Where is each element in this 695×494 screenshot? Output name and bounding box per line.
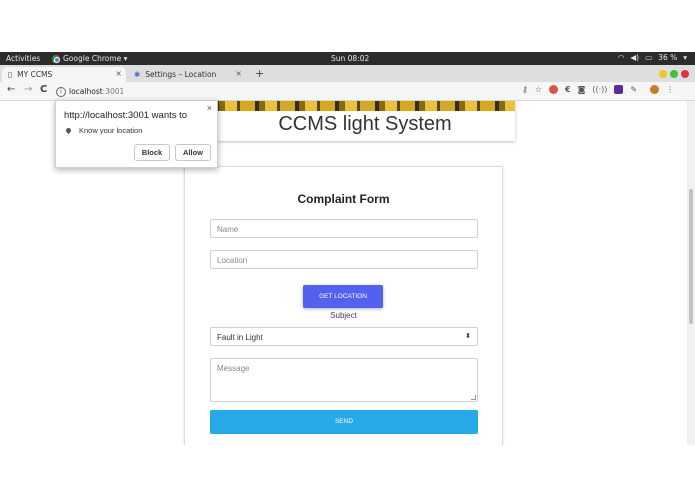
system-top-bar: Activities Google Chrome ▾ Sun 08:02 ◠ ◀… <box>0 52 695 65</box>
gear-icon: ✱ <box>134 70 141 79</box>
minimize-icon[interactable] <box>659 70 667 78</box>
location-input[interactable]: Location <box>210 250 478 269</box>
system-tray[interactable]: ◠ ◀) ▭ 36 % ▾ <box>618 53 687 62</box>
reload-button[interactable]: C <box>40 84 47 95</box>
header-banner-image <box>215 101 515 111</box>
extension-icons: ⚷ ☆ € ◙ ((·)) ✎ ⋮ <box>522 85 674 94</box>
extension-purple-icon[interactable] <box>614 85 624 94</box>
close-tab-icon[interactable]: × <box>115 69 122 78</box>
location-permission-popup: http://localhost:3001 wants to × Know yo… <box>55 100 218 168</box>
back-button[interactable]: ← <box>7 84 15 95</box>
profile-avatar-icon[interactable] <box>650 85 660 94</box>
location-pin-icon <box>64 126 73 135</box>
tab-label: Settings – Location <box>145 70 217 79</box>
tab-label: MY CCMS <box>17 70 53 79</box>
tab-my-ccms[interactable]: ▯ MY CCMS × <box>2 67 126 82</box>
browser-toolbar: ← → C i localhost:3001 ⚷ ☆ € ◙ ((·)) ✎ ⋮ <box>0 82 695 101</box>
header-card: CCMS light System <box>215 101 515 141</box>
name-input[interactable]: Name <box>210 219 478 238</box>
message-placeholder: Message <box>217 364 250 373</box>
page-title: CCMS light System <box>278 113 452 135</box>
scrollbar[interactable] <box>687 101 695 445</box>
close-window-icon[interactable] <box>681 70 689 78</box>
popup-title: http://localhost:3001 wants to <box>64 110 188 121</box>
tray-menu-icon: ▾ <box>683 53 687 62</box>
window-controls <box>659 70 689 78</box>
camera-icon[interactable]: ◙ <box>578 85 586 94</box>
chrome-menu-icon[interactable]: ⋮ <box>666 85 674 94</box>
url-port: :3001 <box>102 87 125 96</box>
subject-select[interactable]: Fault in Light ⬍ <box>210 327 478 346</box>
tab-strip: ▯ MY CCMS × ✱ Settings – Location × <box>0 65 695 82</box>
maximize-icon[interactable] <box>670 70 678 78</box>
forward-button[interactable]: → <box>24 84 32 95</box>
clock[interactable]: Sun 08:02 <box>331 54 369 63</box>
send-button[interactable]: SEND <box>210 410 478 434</box>
extension-red-icon[interactable] <box>549 85 559 94</box>
resize-grip-icon[interactable] <box>471 395 476 400</box>
close-tab-icon[interactable]: × <box>235 69 242 78</box>
permission-row: Know your location <box>64 126 143 135</box>
subject-selected-value: Fault in Light <box>217 333 263 342</box>
get-location-button[interactable]: GET LOCATION <box>303 285 383 308</box>
extension-pen-icon[interactable]: ✎ <box>630 85 637 94</box>
app-menu[interactable]: Google Chrome ▾ <box>52 54 127 63</box>
activities-button[interactable]: Activities <box>6 54 40 63</box>
allow-button[interactable]: Allow <box>175 144 211 161</box>
address-bar[interactable]: i localhost:3001 <box>56 85 518 98</box>
wifi-icon: ◠ <box>617 53 625 62</box>
scrollbar-thumb[interactable] <box>689 189 693 324</box>
tab-settings-location[interactable]: ✱ Settings – Location × <box>128 67 246 82</box>
page-icon: ▯ <box>8 70 13 79</box>
app-menu-label: Google Chrome ▾ <box>63 54 128 63</box>
bottom-area <box>0 445 695 494</box>
block-button[interactable]: Block <box>134 144 170 161</box>
star-icon[interactable]: ☆ <box>535 85 542 94</box>
cast-icon[interactable]: ((·)) <box>592 85 607 94</box>
subject-label: Subject <box>330 311 357 320</box>
select-arrows-icon: ⬍ <box>465 333 471 340</box>
key-icon[interactable]: ⚷ <box>522 85 528 94</box>
form-title: Complaint Form <box>297 192 390 206</box>
message-textarea[interactable]: Message <box>210 358 478 402</box>
new-tab-button[interactable]: + <box>255 67 264 80</box>
permission-text: Know your location <box>79 126 143 135</box>
battery-icon: ▭ <box>645 53 653 62</box>
complaint-form: Complaint Form Name Location GET LOCATIO… <box>184 166 503 445</box>
battery-percent: 36 % <box>658 53 678 62</box>
info-icon[interactable]: i <box>56 86 66 97</box>
chrome-icon <box>52 54 60 63</box>
extension-e-icon[interactable]: € <box>565 85 571 94</box>
volume-icon: ◀) <box>630 53 640 62</box>
close-popup-icon[interactable]: × <box>207 103 212 113</box>
url-host: localhost <box>69 87 103 96</box>
